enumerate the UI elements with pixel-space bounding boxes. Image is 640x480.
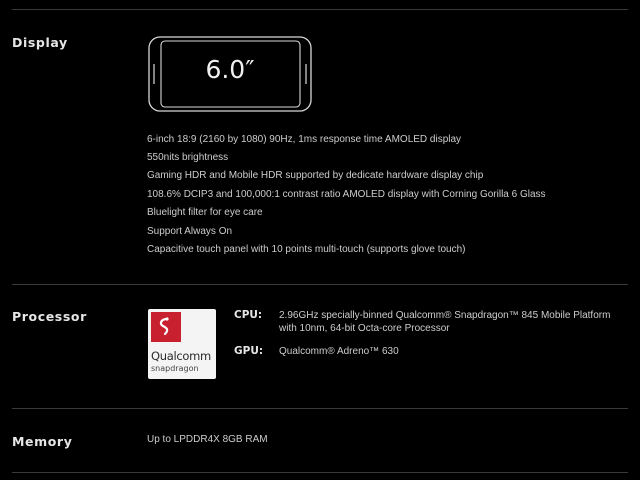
cpu-value-line2: with 10nm, 64-bit Octa-core Processor [279,323,450,334]
memory-section-title: Memory [12,434,73,449]
snapdragon-badge-icon [151,312,181,342]
display-spec-item: 550nits brightness [147,152,229,163]
gpu-label: GPU: [234,345,264,357]
cpu-label: CPU: [234,309,263,321]
display-spec-item: Support Always On [147,226,233,237]
snapdragon-wordmark: snapdragon [151,364,199,373]
section-divider [12,408,628,409]
gpu-value: Qualcomm® Adreno™ 630 [279,346,399,357]
section-divider-bottom [12,472,628,473]
processor-section-title: Processor [12,309,87,324]
display-spec-item: Gaming HDR and Mobile HDR supported by d… [147,170,484,181]
qualcomm-wordmark: Qualcomm [151,349,211,363]
display-spec-item: 6-inch 18:9 (2160 by 1080) 90Hz, 1ms res… [147,134,462,145]
display-section-title: Display [12,35,68,50]
section-divider-top [12,9,628,10]
screen-size-label: 6.0″ [205,55,255,84]
display-spec-item: 108.6% DCIP3 and 100,000:1 contrast rati… [147,189,546,200]
display-spec-item: Bluelight filter for eye care [147,207,263,218]
display-spec-item: Capacitive touch panel with 10 points mu… [147,244,466,255]
qualcomm-snapdragon-logo: Qualcomm snapdragon [148,309,216,379]
section-divider [12,284,628,285]
memory-value: Up to LPDDR4X 8GB RAM [147,434,268,445]
cpu-value-line1: 2.96GHz specially-binned Qualcomm® Snapd… [279,310,611,321]
